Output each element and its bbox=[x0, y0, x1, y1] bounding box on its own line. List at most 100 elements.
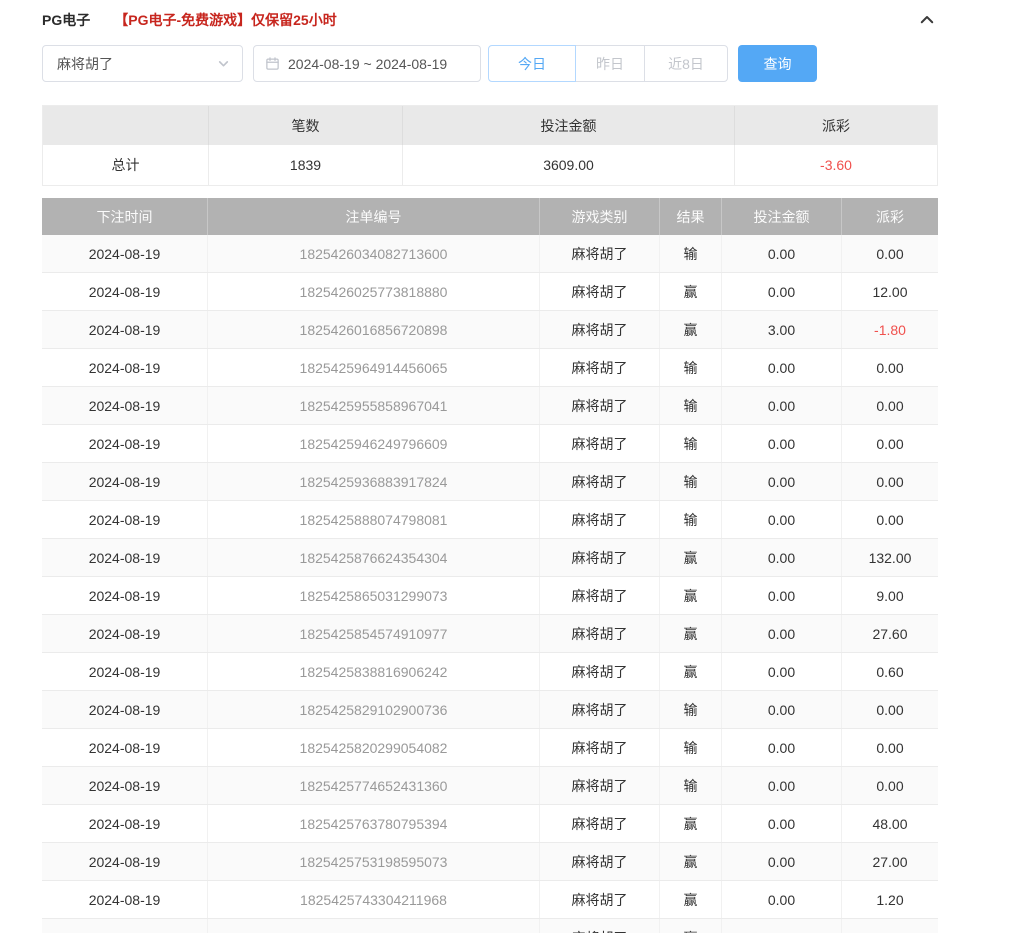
cell-result: 输 bbox=[660, 729, 722, 766]
cell-bet-amount: 0.00 bbox=[722, 273, 842, 310]
cell-bet-time: 2024-08-19 bbox=[42, 805, 208, 842]
betting-records-panel: PG电子 【PG电子-免费游戏】仅保留25小时 麻将胡了 2024-08-19 … bbox=[42, 8, 938, 933]
summary-total-bet: 3609.00 bbox=[403, 145, 735, 185]
cell-order-id: 1825425936883917824 bbox=[208, 463, 540, 500]
table-row: 2024-08-191825425820299054082麻将胡了输0.000.… bbox=[42, 729, 938, 767]
cell-payout: 1.20 bbox=[842, 881, 938, 918]
cell-bet-amount: 0.00 bbox=[722, 577, 842, 614]
cell-bet-amount: 0.00 bbox=[722, 767, 842, 804]
cell-game-type: 麻将胡了 bbox=[540, 349, 660, 386]
cell-bet-amount: 0.00 bbox=[722, 463, 842, 500]
table-row: 2024-08-191825425854574910977麻将胡了赢0.0027… bbox=[42, 615, 938, 653]
cell-game-type: 麻将胡了 bbox=[540, 805, 660, 842]
chevron-down-icon bbox=[217, 57, 230, 70]
summary-total-row: 总计 1839 3609.00 -3.60 bbox=[43, 145, 937, 185]
cell-payout: 0.00 bbox=[842, 463, 938, 500]
game-select[interactable]: 麻将胡了 bbox=[42, 45, 243, 82]
records-table: 下注时间 注单编号 游戏类别 结果 投注金额 派彩 2024-08-191825… bbox=[42, 198, 938, 933]
cell-game-type: 麻将胡了 bbox=[540, 235, 660, 272]
summary-col-bet: 投注金额 bbox=[403, 106, 735, 145]
table-row: 2024-08-191825425743304211968麻将胡了赢0.001.… bbox=[42, 881, 938, 919]
cell-result: 输 bbox=[660, 387, 722, 424]
cell-bet-amount: 0.00 bbox=[722, 235, 842, 272]
col-bet-time: 下注时间 bbox=[42, 198, 208, 235]
cell-order-id: 1825425829102900736 bbox=[208, 691, 540, 728]
cell-order-id: 1825426034082713600 bbox=[208, 235, 540, 272]
cell-order-id: 1825425946249796609 bbox=[208, 425, 540, 462]
col-result: 结果 bbox=[660, 198, 722, 235]
cell-result: 赢 bbox=[660, 577, 722, 614]
cell-payout: 0.00 bbox=[842, 349, 938, 386]
summary-col-payout: 派彩 bbox=[735, 106, 937, 145]
table-row: 2024-08-191825425888074798081麻将胡了输0.000.… bbox=[42, 501, 938, 539]
cell-bet-amount: 0.00 bbox=[722, 387, 842, 424]
col-order-id: 注单编号 bbox=[208, 198, 540, 235]
filter-bar: 麻将胡了 2024-08-19 ~ 2024-08-19 今日 昨日 近8日 查… bbox=[42, 45, 938, 82]
cell-bet-amount: 0.00 bbox=[722, 653, 842, 690]
cell-result: 赢 bbox=[660, 273, 722, 310]
cell-bet-amount: 0.00 bbox=[722, 425, 842, 462]
notice-text: 【PG电子-免费游戏】仅保留25小时 bbox=[114, 10, 336, 30]
cell-game-type: 麻将胡了 bbox=[540, 881, 660, 918]
cell-payout: 9.00 bbox=[842, 577, 938, 614]
cell-bet-amount: 0.00 bbox=[722, 615, 842, 652]
cell-order-id: 1825425964914456065 bbox=[208, 349, 540, 386]
cell-bet-amount: 0.00 bbox=[722, 729, 842, 766]
cell-result: 赢 bbox=[660, 311, 722, 348]
cell-bet-time: 2024-08-19 bbox=[42, 577, 208, 614]
collapse-button[interactable] bbox=[916, 9, 938, 31]
cell-game-type: 麻将胡了 bbox=[540, 501, 660, 538]
cell-result: 赢 bbox=[660, 805, 722, 842]
cell-result: 赢 bbox=[660, 843, 722, 880]
cell-game-type: 麻将胡了 bbox=[540, 729, 660, 766]
cell-order-id: 1825425820299054082 bbox=[208, 729, 540, 766]
today-button[interactable]: 今日 bbox=[488, 45, 576, 82]
last-8-days-button[interactable]: 近8日 bbox=[644, 45, 728, 82]
date-range-input[interactable]: 2024-08-19 ~ 2024-08-19 bbox=[253, 45, 481, 82]
cell-payout: -1.80 bbox=[842, 311, 938, 348]
cell-bet-amount: 0.00 bbox=[722, 539, 842, 576]
table-row: 2024-08-191825425838816906242麻将胡了赢0.000.… bbox=[42, 653, 938, 691]
cell-game-type: 麻将胡了 bbox=[540, 653, 660, 690]
cell-result: 输 bbox=[660, 767, 722, 804]
cell-order-id: 1825425854574910977 bbox=[208, 615, 540, 652]
cell-bet-time: 2024-08-19 bbox=[42, 653, 208, 690]
cell-bet-time: 2024-08-19 bbox=[42, 349, 208, 386]
cell-bet-time: 2024-08-19 bbox=[42, 311, 208, 348]
cell-game-type: 麻将胡了 bbox=[540, 273, 660, 310]
table-row: 2024-08-191825425964914456065麻将胡了输0.000.… bbox=[42, 349, 938, 387]
table-row: 2024-08-191825425955858967041麻将胡了输0.000.… bbox=[42, 387, 938, 425]
summary-table: 笔数 投注金额 派彩 总计 1839 3609.00 -3.60 bbox=[42, 105, 938, 186]
cell-bet-time: 2024-08-19 bbox=[42, 919, 208, 933]
cell-game-type: 麻将胡了 bbox=[540, 767, 660, 804]
cell-order-id: 1825426025773818880 bbox=[208, 273, 540, 310]
cell-result: 输 bbox=[660, 501, 722, 538]
cell-game-type: 麻将胡了 bbox=[540, 843, 660, 880]
cell-bet-time: 2024-08-19 bbox=[42, 235, 208, 272]
cell-order-id: 1825425955858967041 bbox=[208, 387, 540, 424]
cell-order-id: 1825425876624354304 bbox=[208, 539, 540, 576]
yesterday-button[interactable]: 昨日 bbox=[575, 45, 645, 82]
cell-result: 赢 bbox=[660, 919, 722, 933]
summary-col-empty bbox=[43, 106, 209, 145]
cell-game-type: 麻将胡了 bbox=[540, 919, 660, 933]
cell-result: 赢 bbox=[660, 653, 722, 690]
cell-bet-time: 2024-08-19 bbox=[42, 387, 208, 424]
table-row: 2024-08-191825426025773818880麻将胡了赢0.0012… bbox=[42, 273, 938, 311]
cell-result: 赢 bbox=[660, 539, 722, 576]
cell-payout: 0.00 bbox=[842, 387, 938, 424]
search-button[interactable]: 查询 bbox=[738, 45, 817, 82]
cell-bet-time: 2024-08-19 bbox=[42, 501, 208, 538]
table-row: 2024-08-191825425737487488332麻将胡了赢0.001.… bbox=[42, 919, 938, 933]
cell-game-type: 麻将胡了 bbox=[540, 615, 660, 652]
cell-game-type: 麻将胡了 bbox=[540, 311, 660, 348]
cell-payout: 0.00 bbox=[842, 767, 938, 804]
cell-game-type: 麻将胡了 bbox=[540, 539, 660, 576]
col-game-type: 游戏类别 bbox=[540, 198, 660, 235]
cell-payout: 12.00 bbox=[842, 273, 938, 310]
cell-bet-amount: 0.00 bbox=[722, 805, 842, 842]
col-bet-amount: 投注金额 bbox=[722, 198, 842, 235]
cell-bet-amount: 3.00 bbox=[722, 311, 842, 348]
cell-bet-time: 2024-08-19 bbox=[42, 767, 208, 804]
records-table-header: 下注时间 注单编号 游戏类别 结果 投注金额 派彩 bbox=[42, 198, 938, 235]
